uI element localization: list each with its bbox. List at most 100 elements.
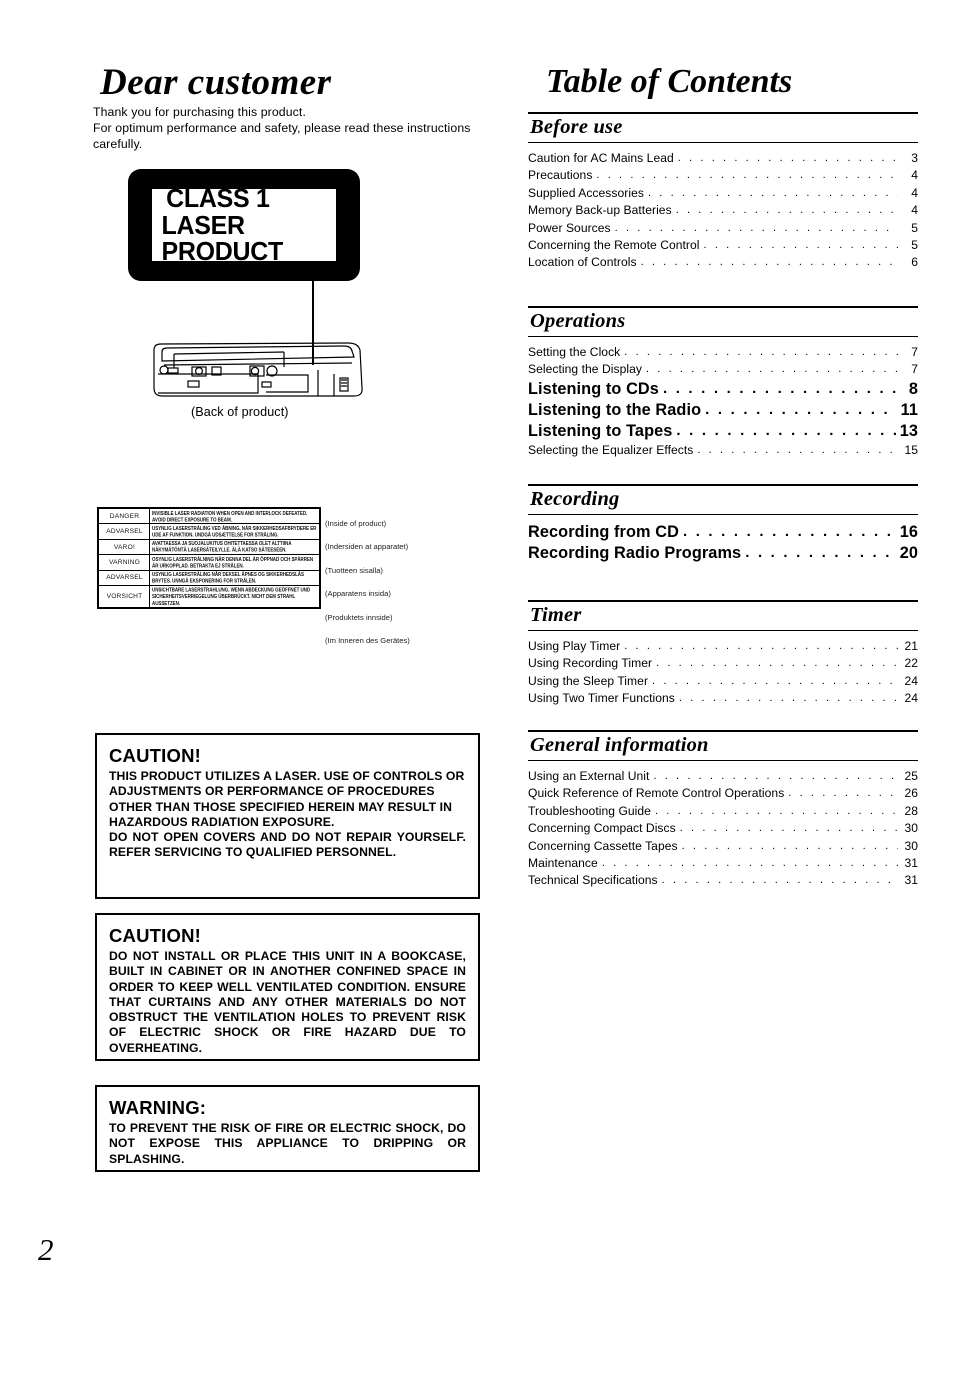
toc-entry-page: 8 (908, 379, 918, 398)
toc-entry[interactable]: Location of Controls . . . . . . . . . .… (528, 254, 918, 271)
caution-laser-box: CAUTION! THIS PRODUCT UTILIZES A LASER. … (95, 733, 480, 899)
toc-entry[interactable]: Troubleshooting Guide . . . . . . . . . … (528, 803, 918, 820)
caution-installation-body: DO NOT INSTALL OR PLACE THIS UNIT IN A B… (109, 949, 466, 1056)
warning-body: TO PREVENT THE RISK OF FIRE OR ELECTRIC … (109, 1121, 466, 1167)
page-number: 2 (38, 1232, 54, 1267)
toc-entry[interactable]: Concerning Cassette Tapes . . . . . . . … (528, 838, 918, 855)
laser-label-line-2: LASER PRODUCT (161, 209, 284, 267)
toc-entry-page: 5 (911, 220, 918, 235)
toc-section-heading: Before use (530, 116, 623, 138)
toc-entry[interactable]: Power Sources . . . . . . . . . . . . . … (528, 220, 918, 237)
toc-entry-list: Setting the Clock . . . . . . . . . . . … (528, 337, 918, 459)
toc-section-heading: General information (530, 734, 709, 756)
toc-entry-page: 4 (911, 185, 918, 200)
toc-leader-dots: . . . . . . . . . . . . . . . . . . . . … (677, 152, 898, 164)
toc-entry-page: 6 (911, 255, 918, 270)
warning-title: WARNING: (109, 1097, 207, 1118)
toc-entry[interactable]: Caution for AC Mains Lead . . . . . . . … (528, 150, 918, 167)
toc-entry-page: 21 (904, 639, 918, 653)
toc-entry[interactable]: Recording Radio Programs . . . . . . . .… (528, 543, 918, 564)
toc-entry-label: Listening to Tapes (528, 421, 673, 440)
toc-entry[interactable]: Selecting the Display . . . . . . . . . … (528, 361, 918, 378)
toc-entry[interactable]: Quick Reference of Remote Control Operat… (528, 785, 918, 802)
caution-installation-box: CAUTION! DO NOT INSTALL OR PLACE THIS UN… (95, 913, 480, 1061)
toc-entry[interactable]: Using Play Timer . . . . . . . . . . . .… (528, 638, 918, 655)
toc-leader-dots: . . . . . . . . . . . . . . . . . . . . … (653, 770, 898, 782)
toc-entry-page: 4 (911, 168, 918, 183)
toc-leader-dots: . . . . . . . . . . . . . . . . . . . . … (703, 239, 898, 252)
toc-entry-label: Quick Reference of Remote Control Operat… (528, 786, 785, 801)
toc-entry[interactable]: Precautions . . . . . . . . . . . . . . … (528, 167, 918, 184)
toc-entry[interactable]: Selecting the Equalizer Effects . . . . … (528, 442, 918, 459)
toc-leader-dots: . . . . . . . . . . . . . . . . . . . . … (788, 787, 898, 800)
intro-line-2: For optimum performance and safety, plea… (93, 121, 471, 152)
warning-note-4: (Apparatens insida) (325, 589, 391, 599)
toc-entry[interactable]: Using the Sleep Timer . . . . . . . . . … (528, 673, 918, 690)
toc-entry[interactable]: Listening to the Radio . . . . . . . . .… (528, 400, 918, 421)
toc-leader-dots: . . . . . . . . . . . . . . . . . . . . … (647, 186, 898, 199)
toc-entry-page: 24 (904, 691, 918, 706)
toc-leader-dots: . . . . . . . . . . . . . . . . . . . . … (601, 857, 898, 870)
toc-leader-dots: . . . . . . . . . . . . . . . . . . . . … (640, 256, 898, 269)
toc-entry-label: Location of Controls (528, 255, 637, 270)
table-of-contents-title: Table of Contents (546, 62, 793, 100)
toc-entry[interactable]: Using an External Unit . . . . . . . . .… (528, 768, 918, 785)
toc-leader-dots: . . . . . . . . . . . . . . . . . . . . … (652, 674, 898, 687)
toc-entry[interactable]: Recording from CD . . . . . . . . . . . … (528, 522, 918, 543)
warning-lang-varo: VARO! (96, 538, 152, 556)
toc-entry-page: 20 (899, 544, 918, 562)
toc-entry[interactable]: Technical Specifications . . . . . . . .… (528, 872, 918, 889)
toc-entry-label: Selecting the Display (528, 362, 642, 377)
toc-entry-label: Using Play Timer (528, 639, 621, 653)
toc-section-heading: Timer (530, 604, 582, 626)
warning-text-vorsicht: UNSICHTBARE LASERSTRAHLUNG, WENN ABDECKU… (149, 583, 320, 609)
toc-entry[interactable]: Supplied Accessories . . . . . . . . . .… (528, 185, 918, 202)
toc-entry-label: Using an External Unit (528, 769, 650, 783)
product-back-illustration (153, 342, 363, 397)
warning-note-5: (Produktets innside) (325, 612, 393, 622)
toc-entry[interactable]: Memory Back-up Batteries . . . . . . . .… (528, 202, 918, 219)
toc-leader-dots: . . . . . . . . . . . . . . . . . . . . … (654, 804, 898, 817)
warning-lang-varning: VARNING (96, 554, 152, 571)
table-row: DANGER INVISIBLE LASER RADIATION WHEN OP… (96, 507, 320, 526)
warning-note-1: (Inside of product) (325, 519, 387, 528)
laser-label-inner: CLASS 1 LASER PRODUCT (152, 185, 336, 265)
toc-section-heading: Operations (530, 310, 626, 332)
toc-entry[interactable]: Using Two Timer Functions . . . . . . . … (528, 690, 918, 707)
toc-section-operations: Operations Setting the Clock . . . . . .… (528, 306, 918, 459)
toc-entry-label: Concerning the Remote Control (528, 238, 700, 253)
toc-entry[interactable]: Concerning the Remote Control . . . . . … (528, 237, 918, 254)
toc-entry-label: Concerning Cassette Tapes (528, 838, 678, 853)
toc-leader-dots: . . . . . . . . . . . . . . . . . . . . … (705, 400, 896, 418)
toc-entry[interactable]: Listening to Tapes . . . . . . . . . . .… (528, 421, 918, 442)
toc-entry[interactable]: Maintenance . . . . . . . . . . . . . . … (528, 855, 918, 872)
toc-entry[interactable]: Using Recording Timer . . . . . . . . . … (528, 655, 918, 672)
toc-entry-page: 11 (900, 400, 918, 419)
toc-entry-page: 30 (904, 838, 918, 853)
toc-entry-label: Precautions (528, 168, 593, 183)
toc-entry[interactable]: Listening to CDs . . . . . . . . . . . .… (528, 379, 918, 400)
toc-entry-label: Using Two Timer Functions (528, 691, 675, 706)
toc-leader-dots: . . . . . . . . . . . . . . . . . . . . … (614, 221, 898, 234)
toc-entry-label: Power Sources (528, 220, 611, 235)
toc-leader-dots: . . . . . . . . . . . . . . . . . . . . … (682, 523, 896, 540)
intro-paragraph: Thank you for purchasing this product. F… (93, 104, 503, 153)
toc-entry-page: 7 (911, 362, 918, 377)
toc-leader-dots: . . . . . . . . . . . . . . . . . . . . … (596, 169, 898, 182)
toc-entry[interactable]: Setting the Clock . . . . . . . . . . . … (528, 344, 918, 361)
toc-entry-page: 31 (904, 856, 918, 871)
toc-section-before-use: Before use Caution for AC Mains Lead . .… (528, 112, 918, 272)
toc-entry-page: 24 (904, 673, 918, 688)
toc-leader-dots: . . . . . . . . . . . . . . . . . . . . … (678, 692, 898, 705)
toc-leader-dots: . . . . . . . . . . . . . . . . . . . . … (679, 822, 898, 835)
toc-leader-dots: . . . . . . . . . . . . . . . . . . . . … (624, 346, 898, 358)
toc-entry-page: 22 (904, 656, 918, 671)
toc-entry-label: Supplied Accessories (528, 185, 644, 200)
toc-entry-label: Listening to CDs (528, 379, 659, 398)
toc-entry[interactable]: Concerning Compact Discs . . . . . . . .… (528, 820, 918, 837)
warning-lang-advarsel-no: ADVARSEL (96, 569, 152, 587)
caution-laser-paragraph-1: THIS PRODUCT UTILIZES A LASER. USE OF CO… (109, 769, 465, 829)
toc-leader-dots: . . . . . . . . . . . . . . . . . . . . … (681, 839, 898, 852)
warning-lang-advarsel-dk: ADVARSEL (96, 523, 152, 540)
toc-leader-dots: . . . . . . . . . . . . . . . . . . . . … (661, 874, 898, 887)
